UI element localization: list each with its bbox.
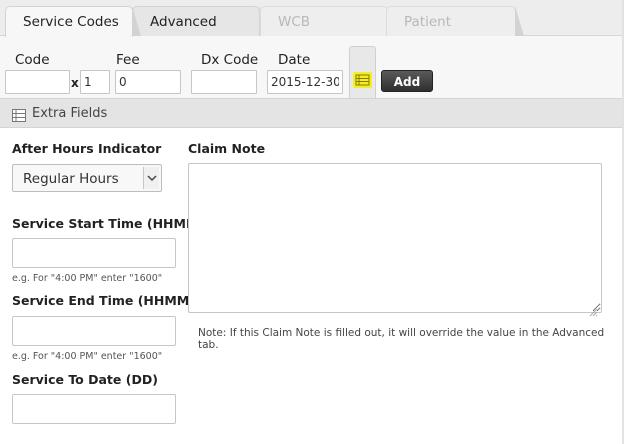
list-icon	[353, 72, 372, 88]
extra-fields-toggle-button[interactable]	[349, 46, 376, 98]
service-to-date-input[interactable]	[12, 394, 176, 424]
claim-note-label: Claim Note	[188, 141, 266, 156]
date-label: Date	[278, 52, 311, 68]
service-to-date-label: Service To Date (DD)	[12, 372, 158, 387]
service-end-input[interactable]	[12, 316, 176, 346]
extra-fields-header[interactable]: Extra Fields	[0, 98, 624, 128]
tab-patient: Patient	[386, 6, 524, 36]
list-icon	[12, 107, 26, 126]
claim-note-textarea[interactable]	[188, 163, 602, 313]
billing-form: Service Codes Advanced WCB Patient Code …	[0, 0, 624, 444]
after-hours-selected-value: Regular Hours	[23, 171, 119, 187]
quantity-input[interactable]	[80, 70, 110, 94]
fee-label: Fee	[116, 52, 140, 68]
tab-wcb: WCB	[260, 6, 396, 36]
date-input[interactable]	[267, 70, 343, 94]
tab-service-codes[interactable]: Service Codes	[5, 6, 141, 37]
code-input[interactable]	[5, 70, 70, 94]
service-code-entry-row: Code x Fee Dx Code Date Add	[0, 36, 624, 98]
resize-handle-icon[interactable]	[589, 302, 621, 441]
dx-code-input[interactable]	[191, 70, 257, 94]
service-end-label: Service End Time (HHMM)	[12, 293, 195, 308]
code-label: Code	[15, 52, 50, 68]
tab-bar: Service Codes Advanced WCB Patient	[0, 0, 624, 37]
dx-code-label: Dx Code	[201, 52, 259, 68]
add-button[interactable]: Add	[381, 70, 433, 92]
claim-note-hint: Note: If this Claim Note is filled out, …	[198, 327, 605, 351]
service-start-hint: e.g. For "4:00 PM" enter "1600"	[12, 273, 163, 284]
after-hours-label: After Hours Indicator	[12, 141, 162, 156]
extra-fields-title: Extra Fields	[32, 106, 108, 121]
service-start-input[interactable]	[12, 238, 176, 268]
service-start-label: Service Start Time (HHMM)	[12, 216, 205, 231]
after-hours-select[interactable]: Regular Hours	[12, 164, 162, 192]
fee-input[interactable]	[115, 70, 181, 94]
tab-advanced[interactable]: Advanced	[132, 6, 268, 36]
chevron-down-icon	[143, 167, 159, 189]
service-end-hint: e.g. For "4:00 PM" enter "1600"	[12, 351, 163, 362]
extra-fields-panel: After Hours Indicator Regular Hours Serv…	[0, 128, 624, 444]
multiply-sign: x	[71, 76, 79, 90]
